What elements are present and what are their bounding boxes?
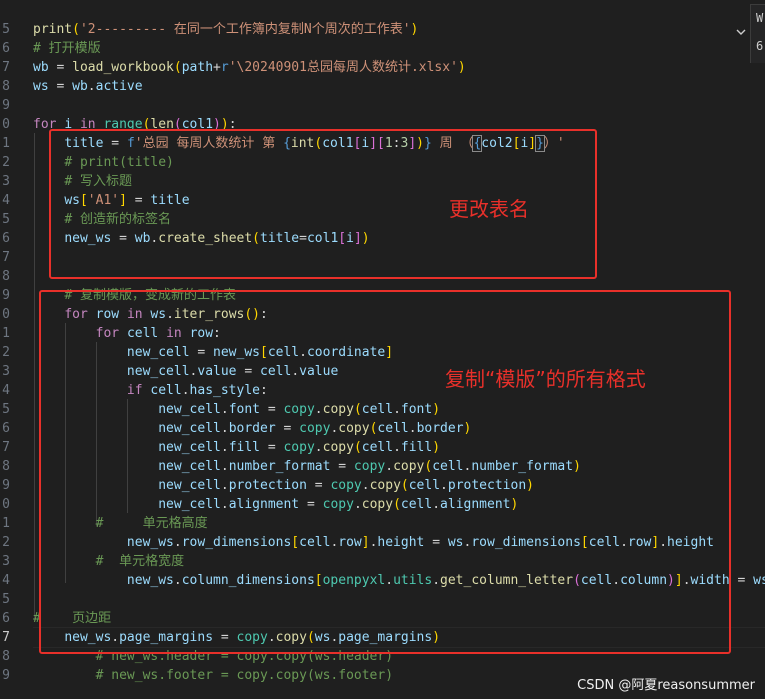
line-number: 4 xyxy=(2,383,10,398)
line-number: 1 xyxy=(2,326,10,341)
line-number: 6 xyxy=(2,421,10,436)
line-number: 7 xyxy=(2,250,10,265)
code-token: print xyxy=(33,22,73,37)
line-number: 6 xyxy=(2,231,10,246)
line-number: 8 xyxy=(2,79,10,94)
line-number: 9 xyxy=(2,98,10,113)
line-number: 7 xyxy=(2,60,10,75)
line-number: 7 xyxy=(2,440,10,455)
line-number: 4 xyxy=(2,573,10,588)
code-comment: # 打开模版 xyxy=(33,41,101,56)
code-line: ws = wb.active xyxy=(33,79,143,94)
code-line: wb = load_workbook(path+r'\20240901总园每周人… xyxy=(33,60,466,75)
line-number: 5 xyxy=(2,212,10,227)
find-widget-fragment[interactable]: W 6 xyxy=(750,4,765,63)
annotation-label-copy-format: 复制“模版”的所有格式 xyxy=(445,367,646,391)
line-number: 8 xyxy=(2,269,10,284)
watermark-text: CSDN @阿夏reasonsummer xyxy=(577,678,755,693)
line-number: 2 xyxy=(2,535,10,550)
panel-number: 6 xyxy=(756,39,764,53)
line-number: 8 xyxy=(2,649,10,664)
line-number: 6 xyxy=(2,41,10,56)
line-number: 6 xyxy=(2,611,10,626)
line-number: 2 xyxy=(2,155,10,170)
line-number: 1 xyxy=(2,516,10,531)
code-editor[interactable]: 5 6 7 8 9 0 1 2 3 4 5 6 7 8 9 0 1 2 3 4 5 6 7 8 9 0 1 2 3 4 5 6 7 8 9 prin… xyxy=(0,0,765,699)
line-number: 5 xyxy=(2,402,10,417)
annotation-box-copy-format xyxy=(39,290,731,654)
line-number: 0 xyxy=(2,497,10,512)
line-number: 9 xyxy=(2,288,10,303)
line-number: 5 xyxy=(2,22,10,37)
code-line: # new_ws.footer = copy.copy(ws.footer) xyxy=(95,668,394,683)
line-number: 3 xyxy=(2,554,10,569)
line-number: 2 xyxy=(2,345,10,360)
annotation-label-rename: 更改表名 xyxy=(449,197,529,221)
line-number: 0 xyxy=(2,117,10,132)
line-number: 7 xyxy=(2,630,10,645)
panel-letter: W xyxy=(756,11,764,25)
code-line: print('2--------- 在同一个工作簿内复制N个周次的工作表') xyxy=(33,22,419,37)
line-number: 1 xyxy=(2,136,10,151)
line-number: 9 xyxy=(2,478,10,493)
code-line: # 打开模版 xyxy=(33,39,101,58)
line-number: 3 xyxy=(2,364,10,379)
line-number: 9 xyxy=(2,668,10,683)
line-number: 8 xyxy=(2,459,10,474)
line-number: 4 xyxy=(2,193,10,208)
line-number-gutter: 5 6 7 8 9 0 1 2 3 4 5 6 7 8 9 0 1 2 3 4 5 6 7 8 9 0 1 2 3 4 5 6 7 8 9 xyxy=(0,0,24,699)
line-number: 0 xyxy=(2,307,10,322)
line-number: 3 xyxy=(2,174,10,189)
chevron-down-icon[interactable] xyxy=(734,24,748,38)
code-token: '2--------- 在同一个工作簿内复制N个周次的工作表' xyxy=(79,22,411,37)
line-number: 5 xyxy=(2,592,10,607)
